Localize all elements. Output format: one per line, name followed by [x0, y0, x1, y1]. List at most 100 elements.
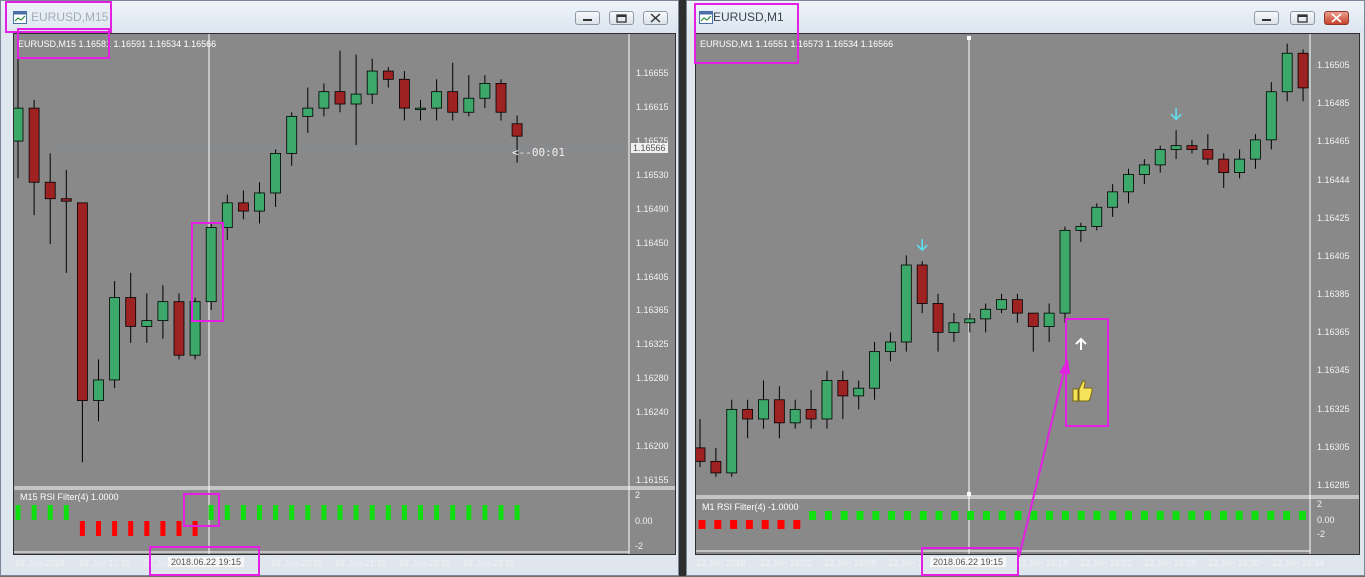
m1-candle [1250, 134, 1261, 169]
right-restore-button[interactable] [1290, 11, 1315, 25]
m1-rsi-bar-up [1172, 511, 1180, 520]
m15-candle [14, 58, 24, 179]
right-price-label: 1.16385 [1317, 289, 1350, 300]
right-chart-svg[interactable] [696, 34, 1359, 554]
m1-candle [1011, 293, 1023, 323]
m1-rsi-bar-up [1109, 511, 1117, 520]
close-icon [650, 13, 661, 23]
m15-candle-body [511, 123, 523, 137]
right-price-label: 1.16425 [1317, 212, 1350, 223]
m1-candle [964, 313, 976, 333]
m1-rsi-bar-up [998, 511, 1006, 520]
m1-candle-body [758, 399, 769, 420]
m1-candle [869, 342, 880, 400]
right-rsi-bars [698, 511, 1306, 529]
m1-candle [710, 447, 722, 477]
m1-candle [1202, 134, 1214, 165]
m1-rsi-bar-up [1014, 511, 1022, 520]
m1-rsi-bar-up [1156, 511, 1164, 520]
right-chart-area[interactable]: EURUSD,M1 1.16551 1.16573 1.16534 1.1656… [695, 33, 1360, 555]
m1-candle-body [726, 408, 738, 474]
minimize-icon [1262, 19, 1271, 21]
left-chart-window[interactable]: EURUSD,M15 EURUSD,M15 1.16581 1.16591 1.… [0, 0, 679, 576]
right-chart-window[interactable]: EURUSD,M1 EURUSD,M1 1.16551 1.16573 1.16… [686, 0, 1365, 576]
m1-rsi-bar-down [730, 520, 738, 529]
left-rsi-bars [15, 505, 520, 536]
right-crosshair-handle[interactable] [967, 492, 971, 496]
m1-candle-body [1154, 149, 1166, 166]
m15-candle-body [302, 107, 314, 117]
left-time-label: 22 Jun 17:15 [79, 558, 132, 568]
m15-rsi-bar-down [112, 521, 118, 536]
m1-candle [980, 303, 992, 333]
left-restore-button[interactable] [609, 11, 634, 25]
m1-candle [996, 293, 1007, 314]
m15-candle [334, 50, 346, 113]
m15-rsi-bar-up [289, 505, 295, 520]
m1-candle-body [773, 399, 785, 424]
m1-rsi-bar-up [1093, 511, 1101, 520]
m1-candle-body [964, 318, 976, 324]
left-price-label: 1.16325 [636, 339, 669, 350]
m15-rsi-bar-up [353, 505, 359, 520]
m1-candle [1297, 49, 1309, 102]
m1-rsi-bar-up [1235, 511, 1243, 520]
m15-candle [318, 83, 330, 117]
m1-candle-body [1123, 174, 1134, 193]
left-price-label: 1.16490 [636, 203, 669, 214]
m1-candle [789, 399, 801, 429]
m15-rsi-bar-up [63, 505, 69, 520]
m1-candle-body [916, 264, 928, 304]
m15-candle [431, 79, 443, 121]
m15-candle-body [495, 83, 507, 113]
m1-candle-body [869, 351, 880, 389]
m1-rsi-bar-up [1298, 511, 1306, 520]
right-close-button[interactable] [1324, 11, 1349, 25]
m1-rsi-bar-up [1267, 511, 1275, 520]
m15-candle [398, 71, 410, 121]
left-minimize-button[interactable] [575, 11, 600, 25]
left-close-button[interactable] [643, 11, 668, 25]
m15-candle [270, 149, 282, 207]
m15-candle [93, 359, 104, 422]
right-time-label: 22 Jun 19:34 [1272, 558, 1325, 568]
m15-candle-body [270, 153, 282, 194]
m1-rsi-bar-up [903, 511, 911, 520]
m1-rsi-bar-up [919, 511, 927, 520]
m15-rsi-bar-down [160, 521, 166, 536]
m15-rsi-bar-up [369, 505, 375, 520]
right-minimize-button[interactable] [1254, 11, 1279, 25]
m1-candle [1138, 159, 1150, 185]
m1-candle-body [1091, 206, 1103, 227]
m1-candle-body [1027, 312, 1039, 328]
window-divider [679, 0, 686, 576]
left-chart-svg[interactable] [14, 34, 675, 554]
m1-candle-body [996, 299, 1007, 310]
m1-rsi-bar-up [824, 511, 832, 520]
m15-rsi-bar-up [257, 505, 262, 520]
m1-candle-body [1059, 229, 1071, 314]
left-time-label: 22 Jun 22:15 [399, 558, 452, 568]
m1-rsi-bar-down [777, 520, 785, 529]
left-price-label: 1.16655 [636, 68, 669, 78]
m1-candle-body [853, 387, 865, 397]
close-icon [1331, 13, 1342, 23]
left-price-label: 1.16615 [636, 101, 669, 112]
m15-candle [286, 112, 298, 166]
m1-rsi-bar-down [761, 520, 769, 529]
m15-candle-body [479, 83, 491, 99]
highlight-left-rsi-switch [183, 493, 220, 527]
m1-rsi-bar-up [1219, 511, 1227, 520]
m1-rsi-bar-down [698, 520, 706, 529]
m1-candle [1043, 303, 1055, 342]
m15-candle [382, 66, 394, 88]
highlight-right-time [921, 547, 1019, 576]
arrow-down-icon [916, 239, 928, 252]
left-price-label: 1.16530 [636, 169, 669, 180]
left-chart-area[interactable]: EURUSD,M15 1.16581 1.16591 1.16534 1.165… [13, 33, 676, 555]
right-crosshair-handle[interactable] [967, 36, 971, 40]
m1-candle [932, 293, 944, 352]
m15-candle [302, 87, 314, 133]
m15-candle-body [157, 301, 169, 322]
m15-candle-body [350, 93, 362, 105]
